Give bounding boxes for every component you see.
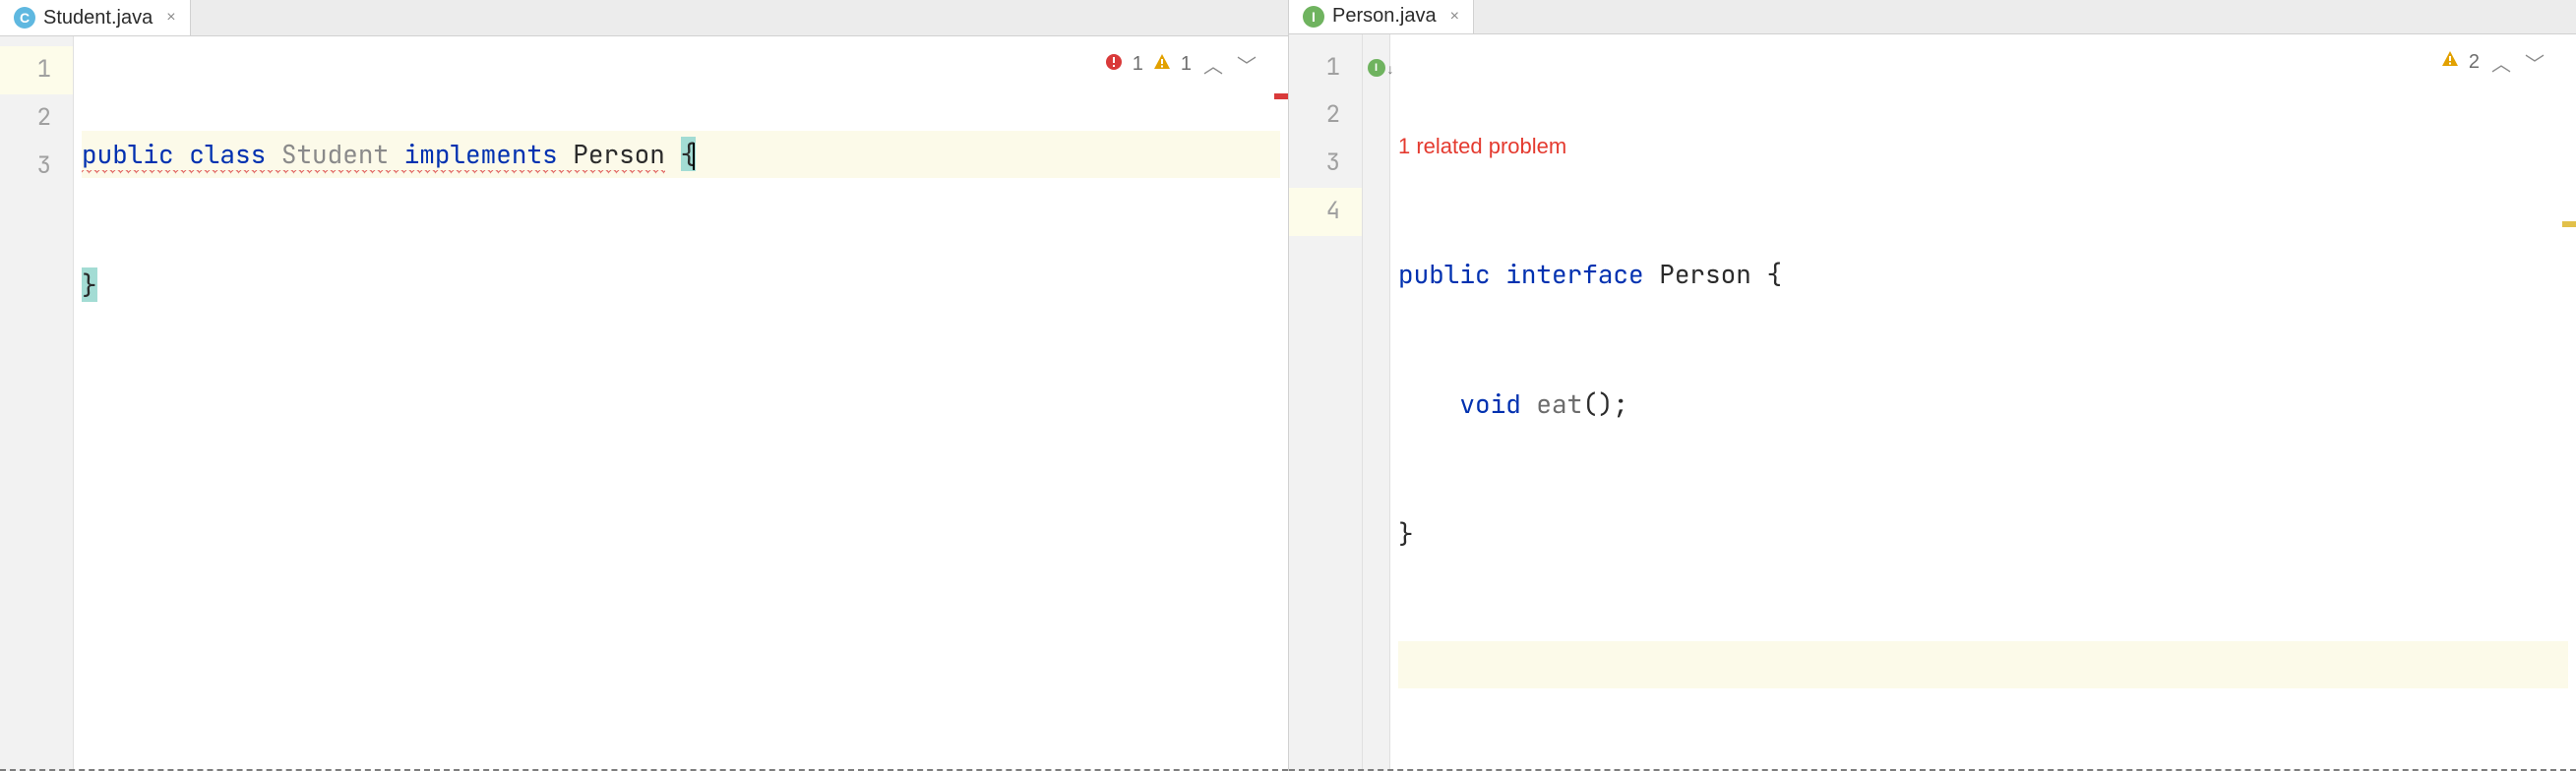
prev-highlight-icon[interactable]: ︿ <box>2489 48 2513 77</box>
code-line[interactable]: public interface Person { <box>1398 251 2568 298</box>
warning-count: 1 <box>1181 53 1192 76</box>
class-file-icon: C <box>14 7 35 29</box>
related-problem-banner[interactable]: 1 related problem <box>1398 129 2568 168</box>
line-number[interactable]: 3 <box>1289 140 1362 188</box>
gutter-right-numbers: 1 2 3 4 <box>1289 34 1363 771</box>
gutter-left: 1 2 3 <box>0 36 74 771</box>
line-number[interactable]: 2 <box>1289 91 1362 140</box>
inspection-widget-right[interactable]: 2 ︿ ﹀ <box>2435 44 2552 81</box>
inspection-widget-left[interactable]: 1 1 ︿ ﹀ <box>1099 46 1264 83</box>
warning-icon <box>1153 53 1171 77</box>
error-stripe-marker[interactable] <box>1274 93 1288 99</box>
editor-pane-left: C Student.java × 1 2 3 public class Stud… <box>0 0 1289 771</box>
error-icon <box>1105 53 1123 77</box>
editor-right[interactable]: 1 2 3 4 I↓ 1 related problem public inte… <box>1289 34 2576 771</box>
warning-stripe-marker[interactable] <box>2562 221 2576 227</box>
line-number[interactable]: 4 <box>1289 188 1362 236</box>
tab-bar-left: C Student.java × <box>0 0 1288 36</box>
prev-highlight-icon[interactable]: ︿ <box>1201 50 1225 79</box>
warning-count: 2 <box>2469 51 2480 74</box>
implemented-by-icon[interactable]: I↓ <box>1368 59 1385 77</box>
code-line[interactable]: public class Student implements Person { <box>82 131 1280 178</box>
line-number[interactable]: 1 <box>0 46 73 94</box>
tab-student[interactable]: C Student.java × <box>0 0 191 35</box>
line-number[interactable]: 3 <box>0 143 73 191</box>
tab-filename: Student.java <box>43 7 153 30</box>
line-number[interactable]: 1 <box>1289 44 1362 92</box>
close-tab-icon[interactable]: × <box>166 9 175 27</box>
warning-icon <box>2441 50 2459 74</box>
close-tab-icon[interactable]: × <box>1450 8 1459 26</box>
tab-bar-right: I Person.java × <box>1289 0 2576 34</box>
editor-left[interactable]: 1 2 3 public class Student implements Pe… <box>0 36 1288 771</box>
line-number[interactable]: 2 <box>0 94 73 143</box>
code-area-right[interactable]: 1 related problem public interface Perso… <box>1390 34 2576 771</box>
code-line[interactable] <box>82 391 1280 439</box>
next-highlight-icon[interactable]: ﹀ <box>1235 50 1258 79</box>
text-cursor <box>693 143 695 170</box>
code-area-left[interactable]: public class Student implements Person {… <box>74 36 1288 771</box>
code-line[interactable]: } <box>1398 510 2568 558</box>
next-highlight-icon[interactable]: ﹀ <box>2523 48 2546 77</box>
error-count: 1 <box>1133 53 1143 76</box>
code-line[interactable]: } <box>82 262 1280 309</box>
editor-pane-right: I Person.java × 1 2 3 4 I↓ 1 related pro… <box>1289 0 2576 771</box>
code-line[interactable] <box>1398 641 2568 688</box>
tab-person[interactable]: I Person.java × <box>1289 0 1474 33</box>
interface-file-icon: I <box>1303 6 1324 28</box>
gutter-right-icons: I↓ <box>1363 34 1390 771</box>
code-line[interactable]: void eat(); <box>1398 381 2568 428</box>
tab-filename: Person.java <box>1332 5 1437 28</box>
